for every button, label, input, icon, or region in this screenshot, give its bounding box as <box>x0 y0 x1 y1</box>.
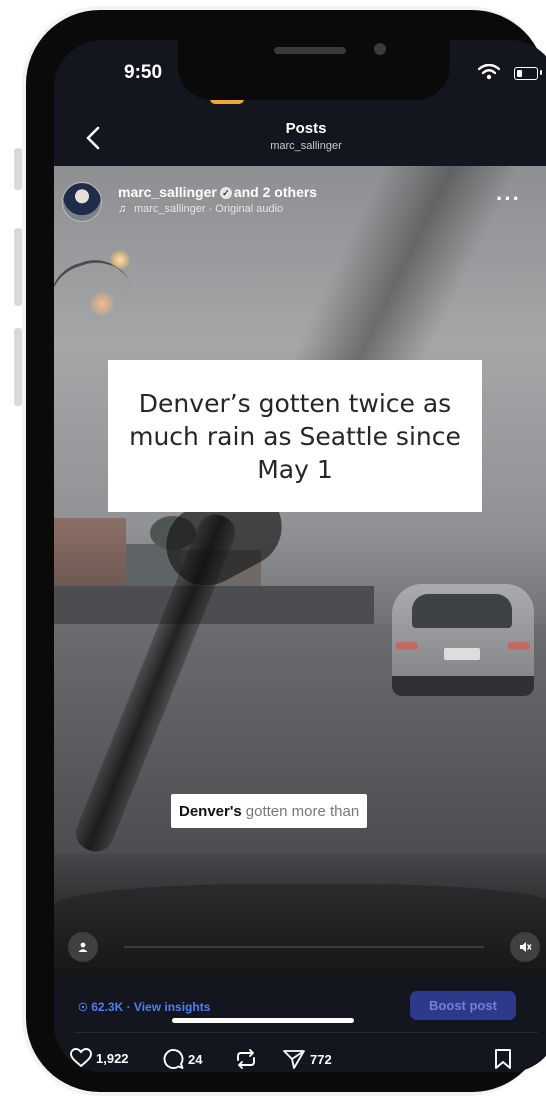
like-count: 1,922 <box>96 1050 129 1066</box>
status-time: 9:50 <box>124 62 163 83</box>
repost-icon <box>237 1049 255 1069</box>
repost-button[interactable] <box>234 1048 258 1070</box>
wifi-icon <box>478 64 500 80</box>
audio-line[interactable]: ♫ marc_sallinger · Original audio <box>118 203 283 215</box>
share-button[interactable]: 772 <box>282 1048 332 1070</box>
coauthors[interactable]: and 2 others <box>234 184 317 200</box>
music-note-icon: ♫ <box>118 203 127 215</box>
lamp-light <box>110 250 130 270</box>
more-options-icon[interactable]: ··· <box>496 186 521 212</box>
volume-down-button[interactable] <box>14 328 22 406</box>
posts-header: Posts marc_sallinger <box>54 112 546 166</box>
subtitle-bold: Denver's <box>179 802 242 820</box>
mute-button[interactable] <box>510 932 540 962</box>
view-insights-link[interactable]: ☉ 62.3K · View insights <box>78 1000 210 1014</box>
page-title: Posts <box>285 120 327 137</box>
tagged-people-button[interactable] <box>68 932 98 962</box>
car <box>392 584 534 696</box>
wall <box>54 586 374 624</box>
post-footer: ☉ 62.3K · View insights Boost post 1,922… <box>54 978 546 1072</box>
lamp-light-reflection <box>90 292 114 316</box>
video-subtitle: Denver's gotten more than <box>171 794 368 828</box>
notch <box>178 40 450 100</box>
save-button[interactable] <box>494 1048 512 1070</box>
car-dashboard <box>54 884 546 978</box>
share-count: 772 <box>310 1051 332 1067</box>
insights-label[interactable]: 62.3K · View insights <box>91 1000 210 1014</box>
volume-up-button[interactable] <box>14 228 22 306</box>
speaker-grille <box>274 47 346 54</box>
comment-count: 24 <box>188 1051 203 1067</box>
send-icon <box>283 1050 305 1069</box>
eye-icon: ☉ <box>78 1002 88 1014</box>
avatar[interactable] <box>62 182 102 222</box>
heart-icon <box>70 1048 92 1068</box>
comment-icon <box>163 1049 184 1069</box>
reel-video[interactable]: marc_sallinger ✓ and 2 others ♫ marc_sallin… <box>54 166 546 978</box>
video-caption-overlay: Denver’s gotten twice as much rain as Se… <box>108 360 482 512</box>
boost-post-button[interactable]: Boost post <box>410 991 516 1020</box>
person-icon <box>78 942 88 952</box>
audio-label[interactable]: marc_sallinger · Original audio <box>134 203 283 215</box>
post-header: marc_sallinger ✓ and 2 others ♫ marc_sallin… <box>54 166 546 226</box>
battery-nub <box>540 70 542 75</box>
camera-icon <box>374 43 386 55</box>
comment-button[interactable]: 24 <box>162 1048 202 1070</box>
bookmark-icon <box>495 1049 511 1069</box>
building <box>54 518 126 593</box>
username[interactable]: marc_sallinger <box>118 184 217 200</box>
dashboard-edge <box>124 946 484 948</box>
status-bar: 9:50 <box>54 40 546 112</box>
mute-switch[interactable] <box>14 148 22 190</box>
like-button[interactable]: 1,922 <box>70 1048 129 1068</box>
verified-badge-icon: ✓ <box>219 187 232 200</box>
caption-text: Denver’s gotten twice as much rain as Se… <box>129 388 461 484</box>
action-bar: 1,922 24 772 <box>54 1044 546 1072</box>
page-subtitle: marc_sallinger <box>270 140 342 152</box>
home-indicator[interactable] <box>172 1018 354 1023</box>
phone-screen: 9:50 Posts marc_sallinger marc_sallinger… <box>54 40 546 1072</box>
speaker-muted-icon <box>520 942 532 952</box>
divider <box>74 1032 538 1033</box>
battery-icon <box>514 67 538 80</box>
post-author-line[interactable]: marc_sallinger ✓ and 2 others <box>118 184 317 200</box>
subtitle-rest: gotten more than <box>245 802 360 820</box>
